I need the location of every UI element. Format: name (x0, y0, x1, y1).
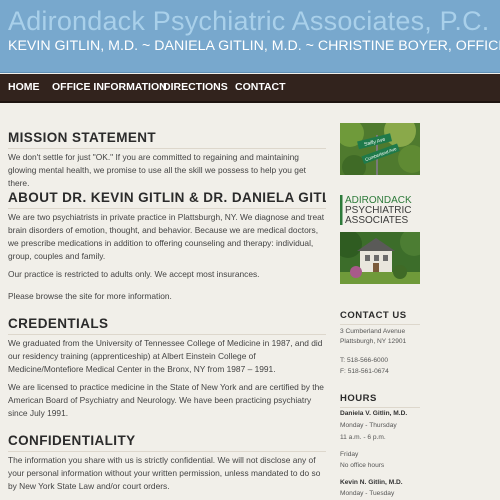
hours-doctor-1-friday-note: No office hours (340, 462, 385, 469)
address-line-1: 3 Cumberland Avenue (340, 328, 406, 335)
nav-contact[interactable]: CONTACT (235, 74, 286, 101)
hours-heading: HOURS (340, 393, 377, 404)
sidebar: Sailly Ave Cumberland Ave ADIRONDACK PSY… (340, 103, 500, 500)
hours-doctor-2-days: Monday - Tuesday (340, 490, 395, 497)
about-paragraph-3: Please browse the site for more informat… (8, 291, 172, 301)
site-subtitle: KEVIN GITLIN, M.D. ~ DANIELA GITLIN, M.D… (8, 38, 500, 54)
fax-number: F: 518-561-0674 (340, 368, 389, 375)
nav-home[interactable]: HOME (8, 74, 40, 101)
phone-number[interactable]: T: 518-566-6000 (340, 356, 388, 366)
address-line-2: Plattsburgh, NY 12901 (340, 338, 407, 345)
hours-doctor-2-name: Kevin N. Gitlin, M.D. (340, 479, 403, 486)
divider (8, 148, 326, 149)
logo: ADIRONDACK PSYCHIATRIC ASSOCIATES (340, 195, 412, 226)
site-header: Adirondack Psychiatric Associates, P.C. … (0, 0, 500, 73)
about-paragraph-2: Our practice is restricted to adults onl… (8, 269, 260, 279)
hours-doctor-1-name: Daniela V. Gitlin, M.D. (340, 410, 408, 417)
divider (8, 451, 326, 452)
confidentiality-heading: CONFIDENTIALITY (8, 433, 136, 448)
nav-directions[interactable]: DIRECTIONS (163, 74, 228, 101)
divider (8, 208, 326, 209)
confidentiality-paragraph-1: The information you share with us is str… (8, 455, 321, 491)
about-heading: ABOUT DR. KEVIN GITLIN & DR. DANIELA GIT… (8, 190, 326, 205)
divider (8, 334, 326, 335)
office-house-photo (340, 232, 420, 284)
logo-line-3: ASSOCIATES (345, 215, 408, 226)
hours-doctor-1-days: Monday - Thursday (340, 422, 397, 429)
credentials-paragraph-2: We are licensed to practice medicine in … (8, 382, 324, 418)
main-content: MISSION STATEMENT We don't settle for ju… (8, 103, 326, 500)
credentials-paragraph-1: We graduated from the University of Tenn… (8, 338, 323, 374)
mission-text: We don't settle for just "OK." If you ar… (8, 152, 306, 188)
main-nav: HOME OFFICE INFORMATION DIRECTIONS CONTA… (0, 74, 500, 103)
street-sign-photo: Sailly Ave Cumberland Ave (340, 123, 420, 175)
divider (340, 324, 420, 325)
mission-heading: MISSION STATEMENT (8, 130, 157, 145)
credentials-heading: CREDENTIALS (8, 316, 109, 331)
about-paragraph-1: We are two psychiatrists in private prac… (8, 212, 325, 261)
hours-doctor-1-friday: Friday (340, 451, 359, 458)
hours-doctor-1-time: 11 a.m. - 6 p.m. (340, 434, 386, 441)
divider (340, 407, 420, 408)
nav-office-information[interactable]: OFFICE INFORMATION (52, 74, 167, 101)
site-title[interactable]: Adirondack Psychiatric Associates, P.C. (8, 6, 490, 36)
contact-heading: CONTACT US (340, 310, 407, 321)
